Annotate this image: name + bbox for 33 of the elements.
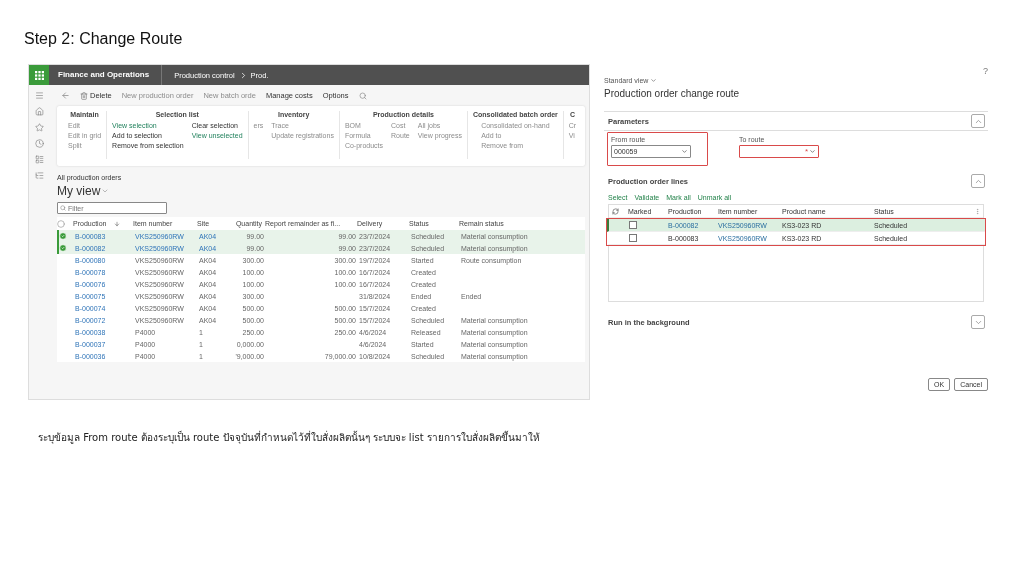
list-icon[interactable] — [34, 171, 44, 180]
menu-icon[interactable] — [34, 91, 44, 100]
dialog-title: Production order change route — [604, 88, 741, 99]
search-icon — [60, 205, 66, 211]
grid-icon — [34, 70, 44, 80]
workspace-icon[interactable] — [34, 155, 44, 164]
check-circle-icon — [59, 244, 67, 252]
caption-text: ระบุข้อมูล From route ต้องระบุเป็น route ปัจจุบันที่กำหนดไว้ที่ใบสั่งผลิตนั้นๆ ระบบจะ list รายการใบสั่งผลิตขึ้นมาให้ — [38, 430, 541, 445]
app-title: Finance and Operations — [49, 65, 163, 85]
star-icon[interactable] — [34, 123, 44, 132]
collapse-button[interactable] — [971, 114, 985, 128]
route-dropdown[interactable]: * — [739, 145, 819, 158]
help-icon[interactable]: ? — [983, 66, 988, 76]
chevron-icon — [101, 187, 110, 195]
chevron-icon — [650, 77, 658, 84]
trash-icon — [80, 91, 88, 100]
app-launcher-button[interactable] — [29, 65, 49, 85]
slide-title: Step 2: Change Route — [23, 29, 184, 49]
search-icon[interactable] — [358, 91, 367, 100]
home-icon[interactable] — [34, 107, 44, 116]
checkbox[interactable] — [629, 221, 637, 229]
collapse-button[interactable] — [971, 315, 985, 329]
checkbox[interactable] — [629, 234, 637, 242]
clock-icon[interactable] — [34, 139, 44, 148]
refresh-icon[interactable] — [612, 207, 619, 215]
chevron-down-icon — [809, 148, 816, 155]
sort-arrow-icon — [114, 220, 121, 227]
check-circle-icon — [59, 232, 67, 240]
view-name[interactable]: My view — [57, 184, 101, 198]
collapse-button[interactable] — [971, 174, 985, 188]
back-icon[interactable] — [61, 91, 70, 100]
select-all-icon[interactable] — [57, 219, 65, 228]
chevron-down-icon — [681, 148, 688, 155]
